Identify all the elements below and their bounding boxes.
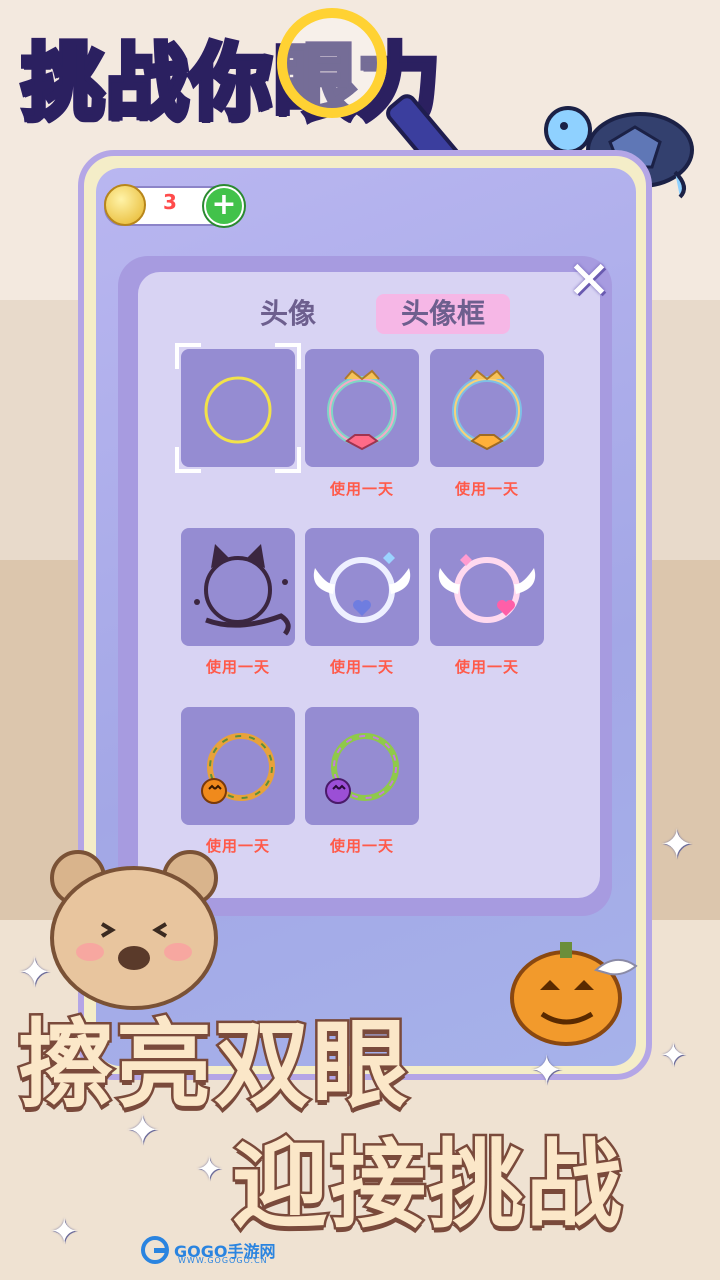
site-watermark: GOGO手游网 WWW.GOGOGO.CN	[140, 1236, 300, 1266]
use-one-day-label: 使用一天	[329, 480, 394, 498]
frame-cell-default[interactable]	[175, 343, 301, 473]
tab-avatar[interactable]: 头像	[246, 294, 330, 334]
sparkle-icon: ✦	[18, 950, 52, 996]
tab-avatar-frame[interactable]: 头像框	[376, 294, 510, 334]
selection-corner	[175, 343, 201, 369]
coin-count: 3	[163, 190, 177, 214]
angel-wing-frame-icon	[313, 552, 411, 623]
frame-cell-halloween-orange[interactable]	[181, 707, 295, 825]
frame-cell-halloween-purple[interactable]	[305, 707, 419, 825]
sparkle-icon: ✦	[660, 822, 694, 868]
title-text: 挑战你	[19, 33, 275, 134]
watermark-url: WWW.GOGOGO.CN	[178, 1256, 268, 1265]
use-one-day-label: 使用一天	[329, 658, 394, 676]
selection-corner	[275, 343, 301, 369]
slogan-line-2: 迎接挑战	[230, 1128, 625, 1243]
sparkle-icon: ✦	[530, 1048, 564, 1094]
cat-frame-icon	[194, 544, 291, 636]
gogo-logo-icon	[141, 1236, 169, 1264]
pumpkin-icon	[510, 942, 638, 1046]
slogan-line-1: 擦亮双眼	[16, 1008, 411, 1123]
sparkle-icon: ✦	[196, 1150, 223, 1188]
frame-cell-cat[interactable]	[181, 528, 295, 646]
add-coin-button[interactable]: +	[204, 186, 244, 226]
crown-frame-icon	[327, 369, 397, 451]
use-one-day-label: 使用一天	[205, 658, 270, 676]
magnifier-icon	[277, 8, 387, 118]
sparkle-icon: ✦	[50, 1212, 79, 1252]
frame-cell-crown-2[interactable]	[430, 349, 544, 467]
frame-cell-angel-blue[interactable]	[305, 528, 419, 646]
close-button[interactable]: ✕	[566, 255, 612, 307]
lightbulb-coin-icon	[104, 184, 146, 226]
angel-wing-frame-icon	[438, 554, 536, 623]
use-one-day-label: 使用一天	[454, 480, 519, 498]
crown-frame-icon	[452, 369, 522, 451]
halloween-frame-icon	[201, 733, 275, 804]
selection-corner	[275, 447, 301, 473]
halloween-frame-icon	[325, 733, 399, 804]
use-one-day-label: 使用一天	[454, 658, 519, 676]
frame-cell-angel-pink[interactable]	[430, 528, 544, 646]
frame-cell-crown-1[interactable]	[305, 349, 419, 467]
use-one-day-label: 使用一天	[329, 837, 394, 855]
selection-corner	[175, 447, 201, 473]
sparkle-icon: ✦	[660, 1036, 687, 1074]
bear-mascot-icon	[50, 850, 218, 1010]
